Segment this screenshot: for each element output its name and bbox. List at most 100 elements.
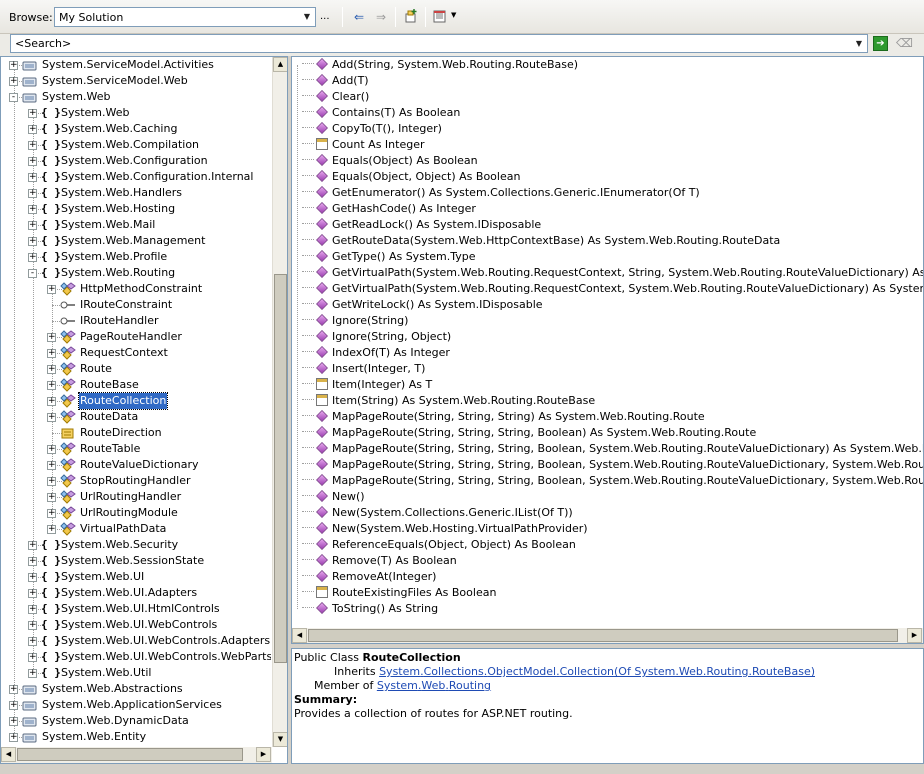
expand-icon[interactable]: +	[28, 109, 37, 118]
scroll-right-icon[interactable]: ▶	[256, 747, 271, 762]
expand-icon[interactable]: +	[47, 333, 56, 342]
scroll-up-icon[interactable]: ▲	[273, 57, 287, 72]
member-item[interactable]: GetEnumerator() As System.Collections.Ge…	[302, 185, 700, 201]
tree-item[interactable]: + { } System.Web.Security	[1, 537, 271, 553]
tree-item[interactable]: + { } System.Web.Configuration.Internal	[1, 169, 271, 185]
tree-item[interactable]: + UrlRoutingHandler	[1, 489, 271, 505]
expand-icon[interactable]: +	[28, 237, 37, 246]
expand-icon[interactable]: +	[9, 685, 18, 694]
tree-item[interactable]: + PageRouteHandler	[1, 329, 271, 345]
expand-icon[interactable]: +	[28, 589, 37, 598]
tree-item[interactable]: + System.Web.DynamicData	[1, 713, 271, 729]
expand-icon[interactable]: +	[28, 653, 37, 662]
member-item[interactable]: New(System.Collections.Generic.IList(Of …	[302, 505, 573, 521]
tree-item[interactable]: + { } System.Web.UI.WebControls.WebParts	[1, 649, 271, 665]
member-item[interactable]: GetHashCode() As Integer	[302, 201, 476, 217]
expand-icon[interactable]: +	[28, 541, 37, 550]
member-item[interactable]: RouteExistingFiles As Boolean	[302, 585, 496, 601]
inherits-link[interactable]: ObjectModel	[487, 665, 556, 678]
member-item[interactable]: ToString() As String	[302, 601, 438, 617]
tree-item[interactable]: -{ } System.Web.Routing	[1, 265, 271, 281]
member-item[interactable]: New(System.Web.Hosting.VirtualPathProvid…	[302, 521, 588, 537]
tree-item[interactable]: + System.Web.Entity	[1, 729, 271, 745]
expand-icon[interactable]: +	[9, 717, 18, 726]
browse-ellipsis-button[interactable]: ...	[320, 11, 330, 22]
member-item[interactable]: Add(T)	[302, 73, 369, 89]
expand-icon[interactable]: +	[47, 365, 56, 374]
tree-item[interactable]: + UrlRoutingModule	[1, 505, 271, 521]
member-item[interactable]: IndexOf(T) As Integer	[302, 345, 450, 361]
tree-item[interactable]: + Route	[1, 361, 271, 377]
member-item[interactable]: Count As Integer	[302, 137, 425, 153]
expand-icon[interactable]: +	[28, 605, 37, 614]
member-item[interactable]: Item(Integer) As T	[302, 377, 432, 393]
search-go-icon[interactable]: ➔	[873, 36, 888, 51]
tree-item[interactable]: + { } System.Web.UI.HtmlControls	[1, 601, 271, 617]
expand-icon[interactable]: +	[9, 733, 18, 742]
forward-arrow-icon[interactable]: ⇒	[372, 8, 390, 26]
member-item[interactable]: MapPageRoute(String, String, String, Boo…	[302, 425, 756, 441]
tree-item[interactable]: + RequestContext	[1, 345, 271, 361]
tree-item[interactable]: + { } System.Web	[1, 105, 271, 121]
member-item[interactable]: GetRouteData(System.Web.HttpContextBase)…	[302, 233, 780, 249]
tree-item[interactable]: + { } System.Web.UI.Adapters	[1, 585, 271, 601]
expand-icon[interactable]: +	[47, 445, 56, 454]
member-item[interactable]: Ignore(String)	[302, 313, 408, 329]
member-item[interactable]: Remove(T) As Boolean	[302, 553, 457, 569]
expand-icon[interactable]: +	[28, 253, 37, 262]
scroll-left-icon[interactable]: ◀	[292, 628, 307, 643]
tree-item[interactable]: + { } System.Web.Util	[1, 665, 271, 681]
member-item[interactable]: Equals(Object) As Boolean	[302, 153, 478, 169]
member-item[interactable]: RemoveAt(Integer)	[302, 569, 436, 585]
expand-icon[interactable]: +	[47, 525, 56, 534]
scroll-right-icon[interactable]: ▶	[907, 628, 922, 643]
expand-icon[interactable]: +	[28, 141, 37, 150]
add-to-references-icon[interactable]	[402, 8, 420, 26]
expand-icon[interactable]: +	[47, 509, 56, 518]
tree-item[interactable]: + StopRoutingHandler	[1, 473, 271, 489]
member-item[interactable]: GetReadLock() As System.IDisposable	[302, 217, 541, 233]
inherits-link[interactable]: System	[379, 665, 420, 678]
tree-item[interactable]: + RouteData	[1, 409, 271, 425]
expand-icon[interactable]: +	[47, 381, 56, 390]
inherits-link[interactable]: Collection(Of System.Web.Routing.RouteBa…	[560, 665, 815, 678]
tree-item[interactable]: + HttpMethodConstraint	[1, 281, 271, 297]
scroll-thumb[interactable]	[274, 274, 287, 663]
expand-icon[interactable]: +	[28, 125, 37, 134]
objects-horizontal-scrollbar[interactable]: ◀ ▶	[1, 747, 272, 763]
tree-item[interactable]: + System.Web.ApplicationServices	[1, 697, 271, 713]
tree-item[interactable]: + { } System.Web.Configuration	[1, 153, 271, 169]
expand-icon[interactable]: +	[28, 669, 37, 678]
expand-icon[interactable]: +	[28, 173, 37, 182]
tree-item[interactable]: + { } System.Web.UI.WebControls	[1, 617, 271, 633]
member-item[interactable]: ReferenceEquals(Object, Object) As Boole…	[302, 537, 576, 553]
expand-icon[interactable]: +	[28, 637, 37, 646]
back-arrow-icon[interactable]: ⇐	[350, 8, 368, 26]
member-of-link[interactable]: Web	[421, 679, 445, 692]
expand-icon[interactable]: +	[47, 477, 56, 486]
clear-search-icon[interactable]: ⌫	[896, 36, 913, 51]
tree-item[interactable]: + VirtualPathData	[1, 521, 271, 537]
tree-item[interactable]: + RouteTable	[1, 441, 271, 457]
members-horizontal-scrollbar[interactable]: ◀ ▶	[292, 628, 923, 643]
tree-item[interactable]: + RouteValueDictionary	[1, 457, 271, 473]
member-item[interactable]: GetVirtualPath(System.Web.Routing.Reques…	[302, 281, 923, 297]
tree-item[interactable]: + { } System.Web.SessionState	[1, 553, 271, 569]
member-item[interactable]: GetType() As System.Type	[302, 249, 475, 265]
tree-item[interactable]: IRouteConstraint	[1, 297, 271, 313]
scroll-thumb[interactable]	[17, 748, 243, 761]
member-of-link[interactable]: System	[377, 679, 418, 692]
expand-icon[interactable]: +	[47, 397, 56, 406]
expand-icon[interactable]: +	[47, 493, 56, 502]
expand-icon[interactable]: +	[28, 573, 37, 582]
chevron-down-icon[interactable]: ▼	[300, 9, 314, 25]
expand-icon[interactable]: +	[9, 61, 18, 70]
expand-icon[interactable]: +	[47, 413, 56, 422]
member-item[interactable]: Insert(Integer, T)	[302, 361, 425, 377]
objects-vertical-scrollbar[interactable]: ▲ ▼	[272, 57, 287, 747]
member-item[interactable]: Contains(T) As Boolean	[302, 105, 460, 121]
tree-item[interactable]: + { } System.Web.Caching	[1, 121, 271, 137]
member-item[interactable]: GetVirtualPath(System.Web.Routing.Reques…	[302, 265, 923, 281]
tree-item[interactable]: + System.ServiceModel.Web	[1, 73, 271, 89]
browse-combobox[interactable]: My Solution ▼	[54, 7, 316, 27]
